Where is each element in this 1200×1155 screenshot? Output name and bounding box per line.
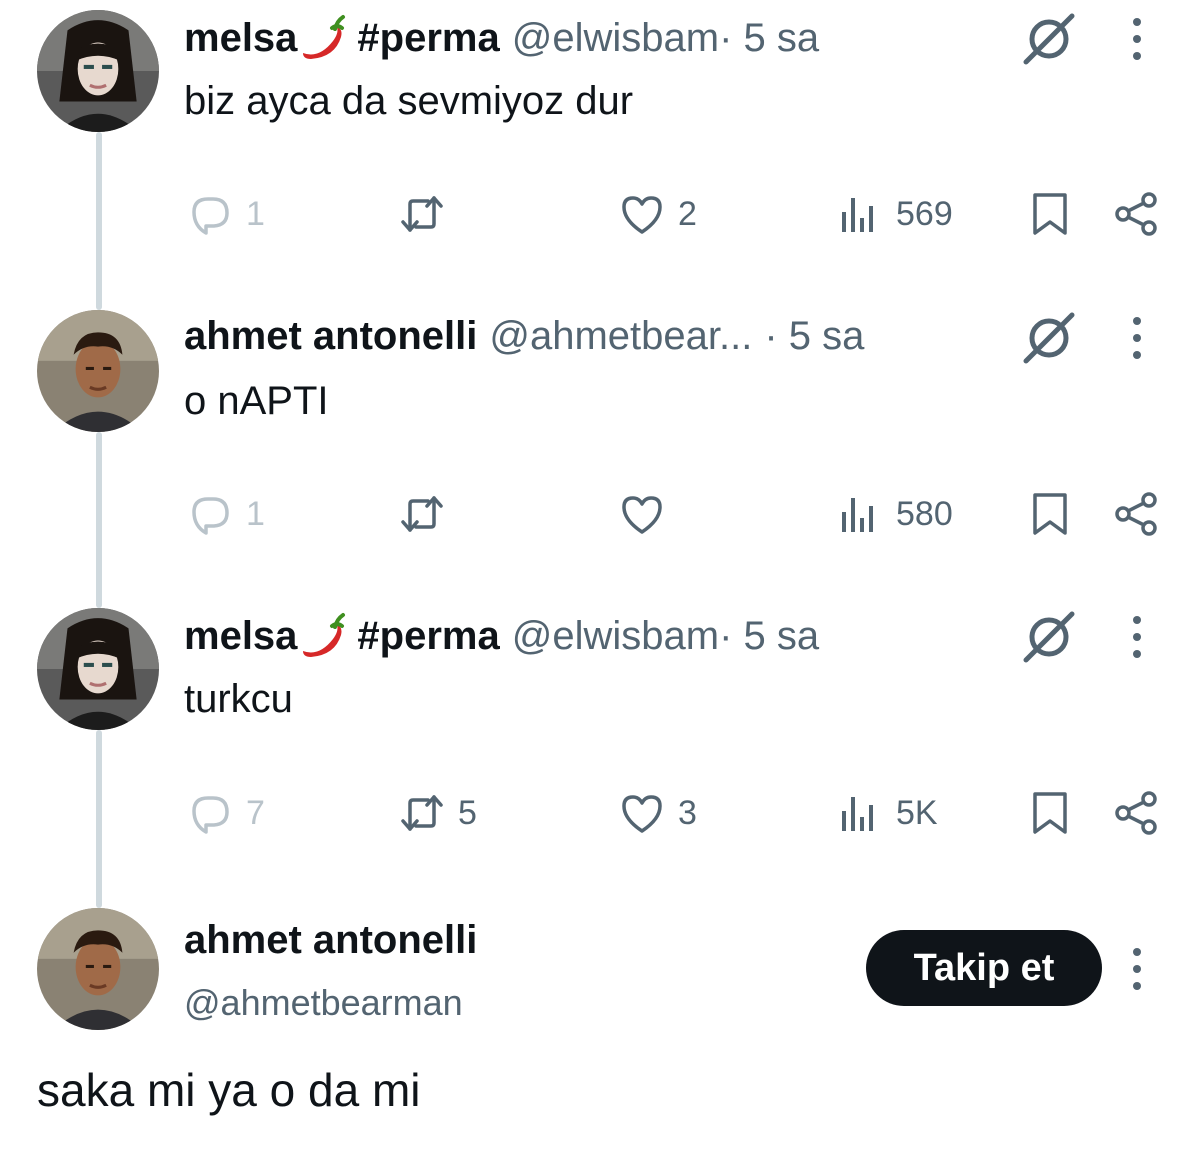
- views-count: 569: [896, 194, 953, 233]
- reply-button[interactable]: 1: [186, 484, 265, 544]
- grok-icon[interactable]: [1020, 309, 1078, 367]
- reply-button[interactable]: 7: [186, 783, 265, 843]
- views-count: 580: [896, 494, 953, 533]
- bookmark-button[interactable]: [1026, 783, 1074, 843]
- retweet-button[interactable]: 5: [398, 783, 477, 843]
- share-button[interactable]: [1112, 783, 1160, 843]
- views-icon: [842, 797, 873, 831]
- user-handle[interactable]: @elwisbam: [512, 610, 719, 662]
- bookmark-icon: [1033, 493, 1067, 535]
- tweet-actions: 1 580: [0, 484, 1200, 544]
- reply-icon: [192, 796, 229, 834]
- like-icon: [622, 196, 662, 234]
- user-name[interactable]: ahmet antonelli: [184, 914, 477, 966]
- views-count: 5K: [896, 793, 938, 832]
- more-icon[interactable]: [1122, 16, 1152, 62]
- tweet-header: melsa #perma @elwisbam · 5 sa: [184, 610, 819, 662]
- avatar[interactable]: [37, 310, 159, 432]
- user-handle[interactable]: @ahmetbear...: [489, 310, 752, 362]
- reply-count: 1: [246, 494, 265, 533]
- bookmark-button[interactable]: [1026, 184, 1074, 244]
- retweet-icon: [401, 795, 443, 831]
- reply-icon: [192, 497, 229, 535]
- tweet-text: o nAPTI: [184, 379, 329, 423]
- like-count: 2: [678, 194, 697, 233]
- name-hashtag: #perma: [357, 16, 500, 60]
- like-count: 3: [678, 793, 697, 832]
- like-icon: [622, 795, 662, 833]
- views-button[interactable]: 580: [836, 484, 953, 544]
- views-button[interactable]: 569: [836, 184, 953, 244]
- views-icon: [842, 198, 873, 232]
- avatar[interactable]: [37, 10, 159, 132]
- reply-icon: [192, 197, 229, 235]
- user-name[interactable]: ahmet antonelli: [184, 310, 477, 362]
- bookmark-button[interactable]: [1026, 484, 1074, 544]
- retweet-icon: [401, 496, 443, 532]
- grok-icon[interactable]: [1020, 608, 1078, 666]
- share-icon: [1115, 192, 1157, 236]
- tweet-actions: 7 5 3 5K: [0, 783, 1200, 843]
- share-icon: [1115, 791, 1157, 835]
- name-hashtag: #perma: [357, 614, 500, 658]
- views-button[interactable]: 5K: [836, 783, 938, 843]
- tweet-text: biz ayca da sevmiyoz dur: [184, 79, 634, 123]
- user-name[interactable]: melsa: [184, 610, 297, 662]
- more-icon[interactable]: [1122, 315, 1152, 361]
- grok-icon[interactable]: [1020, 10, 1078, 68]
- share-icon: [1115, 492, 1157, 536]
- tweet-text: saka mi ya o da mi: [37, 1064, 421, 1116]
- tweet-actions: 1 2 569: [0, 184, 1200, 244]
- share-button[interactable]: [1112, 184, 1160, 244]
- tweet-time[interactable]: · 5 sa: [719, 12, 819, 64]
- like-icon: [622, 496, 662, 534]
- tweet-text: turkcu: [184, 677, 293, 721]
- tweet-header: ahmet antonelli @ahmetbear... · 5 sa: [184, 310, 864, 362]
- more-icon[interactable]: [1122, 614, 1152, 660]
- tweet-header: melsa #perma @elwisbam · 5 sa: [184, 12, 819, 64]
- like-button[interactable]: 3: [618, 783, 697, 843]
- retweet-icon: [401, 196, 443, 232]
- retweet-button[interactable]: [398, 184, 458, 244]
- views-icon: [842, 498, 873, 532]
- avatar[interactable]: [37, 608, 159, 730]
- retweet-button[interactable]: [398, 484, 458, 544]
- reply-count: 1: [246, 194, 265, 233]
- hot-pepper-icon: [299, 611, 349, 661]
- user-handle[interactable]: @elwisbam: [512, 12, 719, 64]
- like-button[interactable]: [618, 484, 678, 544]
- tweet-time[interactable]: · 5 sa: [764, 310, 864, 362]
- tweet-time[interactable]: · 5 sa: [719, 610, 819, 662]
- bookmark-icon: [1033, 792, 1067, 834]
- user-name[interactable]: melsa: [184, 12, 297, 64]
- reply-count: 7: [246, 793, 265, 832]
- like-button[interactable]: 2: [618, 184, 697, 244]
- bookmark-icon: [1033, 193, 1067, 235]
- reply-button[interactable]: 1: [186, 184, 265, 244]
- follow-button[interactable]: Takip et: [866, 930, 1102, 1006]
- hot-pepper-icon: [299, 13, 349, 63]
- share-button[interactable]: [1112, 484, 1160, 544]
- user-handle[interactable]: @ahmetbearman: [184, 977, 463, 1029]
- retweet-count: 5: [458, 793, 477, 832]
- avatar[interactable]: [37, 908, 159, 1030]
- more-icon[interactable]: [1122, 946, 1152, 992]
